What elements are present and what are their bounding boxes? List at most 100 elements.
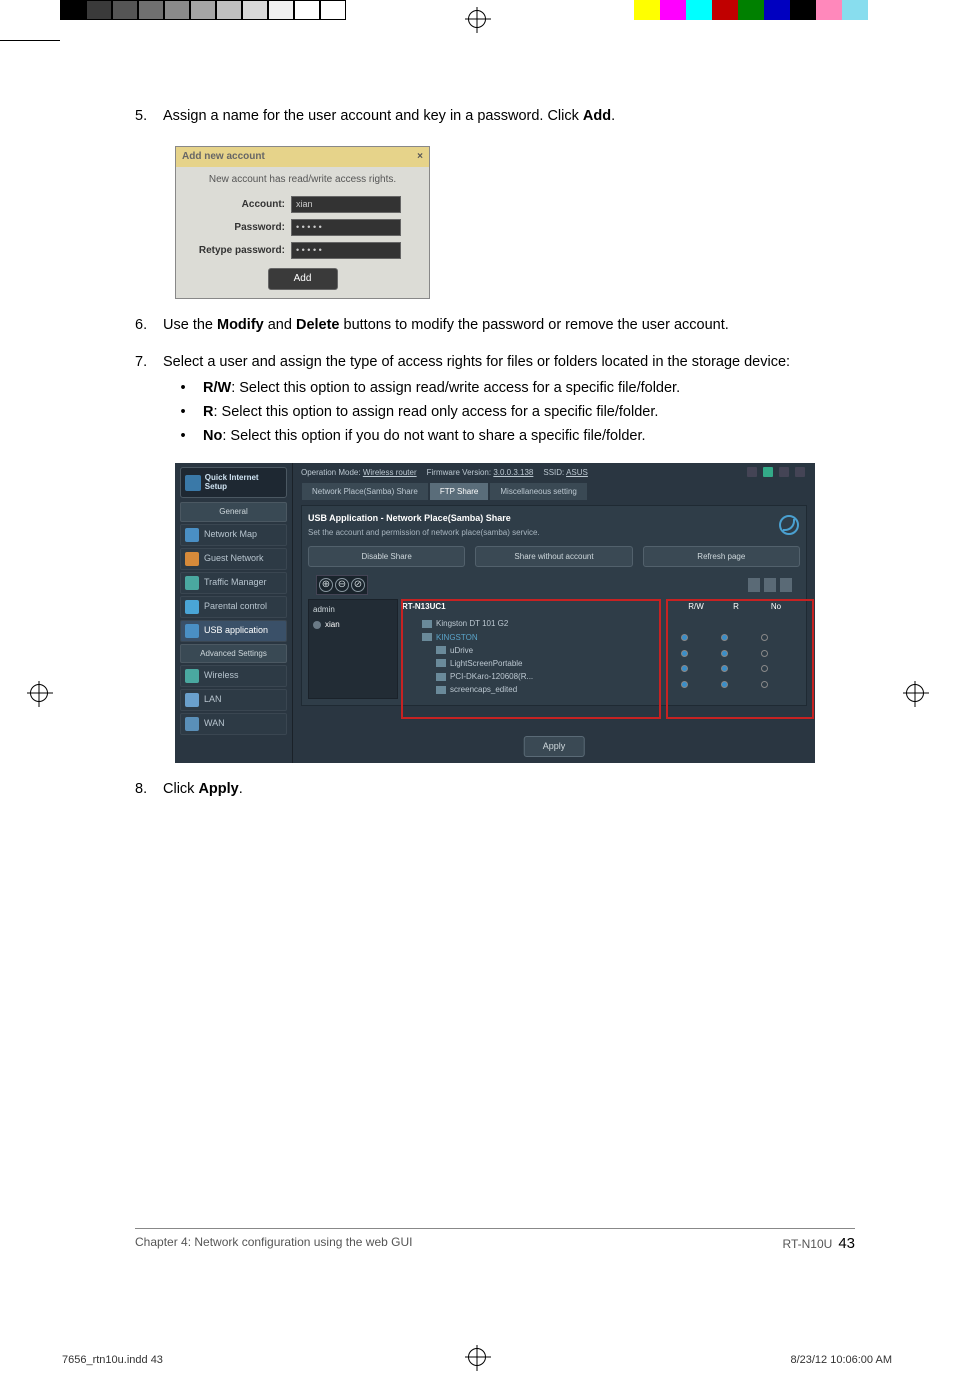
datetime-slug: 8/23/12 10:06:00 AM [790,1354,892,1366]
registration-mark-icon [468,10,486,28]
color-swatch [790,0,816,20]
registration-mark-icon [906,684,924,702]
model-name: RT-N10U [783,1237,833,1251]
file-slug: 7656_rtn10u.indd 43 [62,1354,163,1366]
radio-rw[interactable] [681,634,688,641]
close-icon[interactable]: × [417,150,423,164]
color-swatch [86,0,112,20]
color-swatch [112,0,138,20]
quick-internet-setup-button[interactable]: Quick Internet Setup [180,467,287,499]
radio-rw[interactable] [681,650,688,657]
step-number: 6. [135,315,163,335]
color-swatch [268,0,294,20]
text: Click [163,781,198,797]
radio-rw[interactable] [681,665,688,672]
radio-no[interactable] [761,650,768,657]
color-swatch [764,0,790,20]
color-swatch [816,0,842,20]
page-body: 5. Assign a name for the user account an… [135,90,855,1240]
tab-misc[interactable]: Miscellaneous setting [489,482,587,501]
add-button[interactable]: Add [268,268,338,290]
radio-rw[interactable] [681,681,688,688]
file-icon[interactable] [764,578,776,592]
house-icon [185,693,199,707]
refresh-icon[interactable] [779,515,799,535]
radio-r[interactable] [721,634,728,641]
step-number: 7. [135,352,163,447]
globe-icon [185,717,199,731]
wifi-icon [185,669,199,683]
radio-no[interactable] [761,665,768,672]
bold-word: Add [583,108,611,124]
bold-word: Modify [217,317,264,333]
page-number: 43 [838,1235,855,1252]
section-header-advanced: Advanced Settings [180,644,287,663]
retype-password-label: Retype password: [186,244,291,258]
lock-icon [185,600,199,614]
color-swatch [294,0,320,20]
guest-icon [185,552,199,566]
color-swatch [164,0,190,20]
nav-traffic-manager[interactable]: Traffic Manager [180,572,287,594]
ssid-value[interactable]: ASUS [566,468,588,477]
tab-samba[interactable]: Network Place(Samba) Share [301,482,429,501]
fw-value[interactable]: 3.0.0.3.138 [493,468,533,477]
file-icon[interactable] [748,578,760,592]
color-swatch [738,0,764,20]
text: Assign a name for the user account and k… [163,108,583,124]
remove-user-icon[interactable]: ⊖ [335,578,349,592]
user-xian[interactable]: xian [313,619,393,630]
file-icon[interactable] [780,578,792,592]
user-admin[interactable]: admin [313,604,393,615]
nav-network-map[interactable]: Network Map [180,524,287,546]
color-swatch [216,0,242,20]
nav-wan[interactable]: WAN [180,713,287,735]
section-header-general: General [180,502,287,521]
bullet-text: : Select this option if you do not want … [222,428,645,444]
router-gui-screenshot: Quick Internet Setup General Network Map… [175,463,815,763]
color-swatch [320,0,346,20]
color-swatch [138,0,164,20]
radio-no[interactable] [761,681,768,688]
opmode-value[interactable]: Wireless router [363,468,417,477]
chapter-title: Chapter 4: Network configuration using t… [135,1235,412,1252]
text: buttons to modify the password or remove… [340,317,729,333]
account-input[interactable]: xian [291,196,401,213]
color-swatch [242,0,268,20]
nav-wireless[interactable]: Wireless [180,665,287,687]
refresh-page-button[interactable]: Refresh page [643,546,800,567]
tab-ftp[interactable]: FTP Share [429,482,490,501]
bullet-text: : Select this option to assign read only… [213,404,658,420]
text: Use the [163,317,217,333]
add-account-dialog: Add new account × New account has read/w… [175,146,430,299]
apply-button[interactable]: Apply [524,736,585,757]
retype-password-input[interactable]: • • • • • [291,242,401,259]
step-text: Click Apply. [163,779,855,799]
add-user-icon[interactable]: ⊕ [319,578,333,592]
step-number: 5. [135,106,163,126]
radio-r[interactable] [721,665,728,672]
nav-usb-application[interactable]: USB application [180,620,287,642]
share-without-account-button[interactable]: Share without account [475,546,632,567]
nav-parental-control[interactable]: Parental control [180,596,287,618]
step-text: Select a user and assign the type of acc… [163,354,790,370]
text: . [239,781,243,797]
bullet-icon: • [163,402,203,422]
radio-r[interactable] [721,650,728,657]
registration-mark-icon [30,684,48,702]
password-label: Password: [186,221,291,235]
step-number: 8. [135,779,163,799]
radio-r[interactable] [721,681,728,688]
nav-guest-network[interactable]: Guest Network [180,548,287,570]
bullet-text: : Select this option to assign read/writ… [231,380,680,396]
color-swatch [842,0,868,20]
password-input[interactable]: • • • • • [291,219,401,236]
nav-lan[interactable]: LAN [180,689,287,711]
radio-no[interactable] [761,634,768,641]
fw-label: Firmware Version: [427,468,491,477]
bullet-label: R/W [203,380,231,396]
edit-user-icon[interactable]: ⊘ [351,578,365,592]
disable-share-button[interactable]: Disable Share [308,546,465,567]
bold-word: Delete [296,317,340,333]
highlight-box [401,599,661,719]
